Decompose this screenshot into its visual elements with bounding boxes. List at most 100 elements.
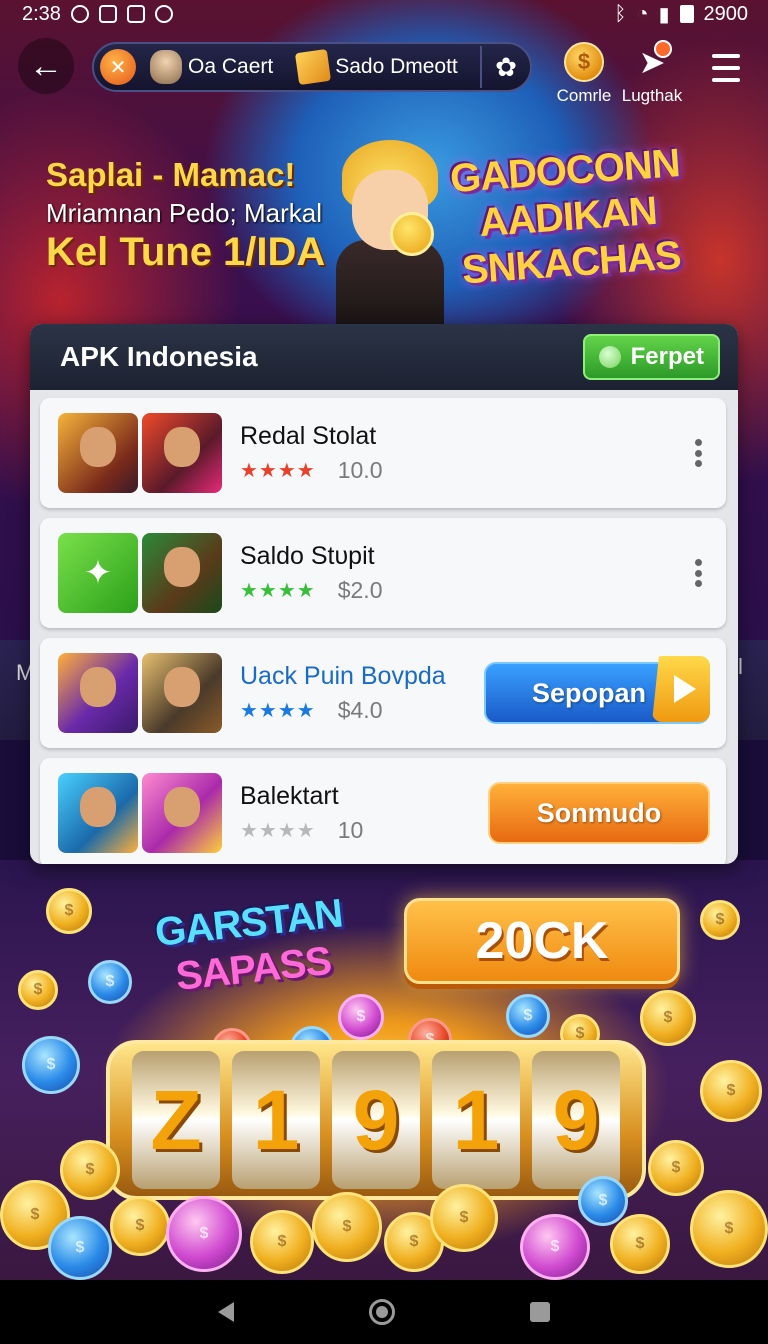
hero-tagline: Kel Tune 1/IDA [46, 230, 326, 274]
balance-label: Sado Dmeott [335, 55, 458, 78]
comrle-label: Comrle [556, 86, 612, 105]
back-button[interactable]: ← [18, 38, 74, 94]
star-rating: ★★★★ [240, 820, 316, 842]
list-item[interactable]: Balektart ★★★★ 10 Sonmudo [40, 758, 726, 864]
app-meta: ★★★★ 10.0 [240, 457, 686, 484]
app-list: Redal Stolat ★★★★ 10.0 ✦ Saldo Stυpit ★★… [30, 390, 738, 864]
app-meta: ★★★★ $4.0 [240, 697, 484, 724]
menu-button[interactable] [706, 50, 746, 86]
coin-icon: $ [338, 994, 384, 1040]
app-price: $4.0 [337, 697, 383, 723]
side-tile-right[interactable]: l [738, 654, 768, 694]
hero-game-logo[interactable]: GADOCONN AADIKAN SNKACHAS [435, 139, 700, 295]
lugthak-label: Lugthak [621, 86, 683, 105]
status-time: 2:38 [22, 2, 61, 25]
app-thumbnail [142, 413, 222, 493]
more-options-icon[interactable] [686, 553, 710, 593]
app-thumbnail [58, 653, 138, 733]
gear-icon: ✿ [495, 51, 517, 82]
play-icon [652, 656, 710, 722]
coin-icon: $ [610, 1214, 670, 1274]
wifi-icon: ◔ [636, 2, 649, 25]
hero-character-illustration [330, 140, 450, 330]
app-info: Uack Puin Bovpda ★★★★ $4.0 [240, 662, 484, 724]
settings-button[interactable]: ✿ [482, 44, 530, 90]
app-meta: ★★★★ $2.0 [240, 577, 686, 604]
character-face [80, 427, 116, 467]
location-icon [154, 5, 173, 23]
apk-panel: APK Indonesia Ferpet Redal Stolat ★★★★ 1… [30, 324, 738, 864]
list-item[interactable]: Redal Stolat ★★★★ 10.0 [40, 398, 726, 508]
coin-icon: $ [48, 1216, 112, 1280]
coin-icon: $ [700, 900, 740, 940]
coin-icon: $ [110, 1196, 170, 1256]
coin-icon: $ [520, 1214, 590, 1280]
app-price: 10.0 [337, 457, 383, 483]
coin-icon [390, 212, 434, 256]
list-item[interactable]: ✦ Saldo Stυpit ★★★★ $2.0 [40, 518, 726, 628]
close-circle-icon[interactable]: ✕ [100, 49, 136, 85]
player-label: Oa Caert [188, 55, 274, 78]
hero-headline: Saplai - Mamac! [46, 156, 296, 193]
coin-icon: $ [88, 960, 132, 1004]
app-meta: ★★★★ 10 [240, 817, 488, 844]
star-rating: ★★★★ [240, 580, 316, 602]
character-face [164, 787, 200, 827]
star-rating: ★★★★ [240, 700, 316, 722]
slot-reel: 9 [532, 1051, 620, 1189]
menu-line [712, 54, 740, 58]
nav-home-icon[interactable] [368, 1299, 395, 1325]
sync-icon [70, 5, 89, 23]
arrow-left-icon: ← [29, 46, 63, 85]
ferpet-button[interactable]: Ferpet [582, 334, 720, 380]
gift-box-icon [295, 48, 332, 86]
coin-icon: $ [46, 888, 92, 934]
coin-icon: $ [430, 1184, 498, 1252]
side-tile-left[interactable]: M [0, 654, 34, 724]
app-thumbnail [58, 773, 138, 853]
status-bar: 2:38 ᛒ ◔ ▮ 2900 [0, 0, 768, 28]
app-info: Redal Stolat ★★★★ 10.0 [240, 422, 686, 484]
slot-machine[interactable]: Z 1 9 1 9 [106, 1040, 646, 1200]
sonmudo-button[interactable]: Sonmudo [488, 782, 710, 844]
player-info-pill[interactable]: ✕ Oa Caert Sado Dmeott ✿ [92, 42, 532, 92]
menu-line [712, 78, 740, 82]
sepopan-button[interactable]: Sepopan [484, 656, 710, 724]
list-item[interactable]: Uack Puin Bovpda ★★★★ $4.0 Sepopan [40, 638, 726, 748]
app-info: Balektart ★★★★ 10 [240, 782, 488, 844]
more-options-icon[interactable] [686, 433, 710, 473]
avatar [150, 50, 182, 84]
app-thumbnail [142, 653, 222, 733]
claim-button[interactable]: 20CK [404, 898, 680, 984]
sonmudo-label: Sonmudo [536, 797, 662, 828]
status-right-text: 2900 [703, 2, 749, 25]
app-price: 10 [337, 817, 364, 843]
sepopan-label: Sepopan [532, 677, 647, 708]
coin-icon: $ [690, 1190, 768, 1268]
ferpet-label: Ferpet [630, 343, 704, 370]
app-name: Saldo Stυpit [240, 542, 375, 570]
slot-reel: 1 [232, 1051, 320, 1189]
system-nav-bar [0, 1280, 768, 1344]
app-price: $2.0 [337, 577, 383, 603]
coin-icon: $ [640, 990, 696, 1046]
nav-back-icon[interactable] [217, 1302, 234, 1322]
bluetooth-icon: ᛒ [614, 2, 627, 25]
coin-icon: $ [506, 994, 550, 1038]
app-thumbnail: ✦ [58, 533, 138, 613]
app-info: Saldo Stυpit ★★★★ $2.0 [240, 542, 686, 604]
character-face [80, 787, 116, 827]
character-face [164, 547, 200, 587]
character-body [336, 240, 444, 330]
panel-title: APK Indonesia [60, 341, 258, 372]
coin-icon: $ [700, 1060, 762, 1122]
lugthak-action[interactable]: ➤ Lugthak [612, 40, 692, 108]
slot-reel: Z [132, 1051, 220, 1189]
nav-recents-icon[interactable] [530, 1302, 551, 1322]
coin-icon: $ [22, 1036, 80, 1094]
hero-subline: Mriamnan Pedo; Markal [46, 198, 322, 228]
square-notification-icon [126, 5, 145, 23]
paper-plane-icon: ➤ [632, 40, 672, 82]
slot-reel: 1 [432, 1051, 520, 1189]
coin-icon: $ [312, 1192, 382, 1262]
